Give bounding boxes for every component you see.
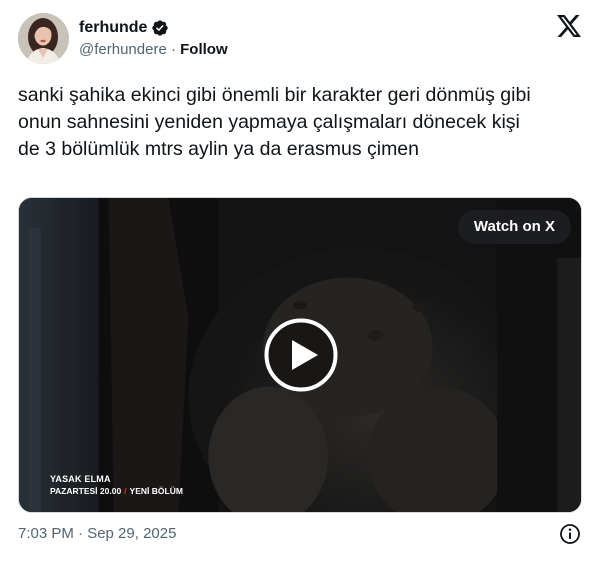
video-player[interactable]: Watch on X YASAK ELMA PAZARTESİ 20.00/YE… <box>18 197 582 513</box>
avatar[interactable] <box>18 13 69 64</box>
author-name-row: ferhunde <box>79 17 169 39</box>
overlay-episode: YENİ BÖLÜM <box>129 486 183 496</box>
overlay-slash: / <box>124 486 127 496</box>
tweet-timestamp[interactable]: 7:03 PM · Sep 29, 2025 <box>18 524 176 544</box>
video-overlay-schedule: PAZARTESİ 20.00/YENİ BÖLÜM <box>50 486 183 497</box>
watch-on-x-button[interactable]: Watch on X <box>457 210 571 244</box>
tweet-embed: ferhunde @ferhundere · Follow sanki şahi… <box>0 0 600 564</box>
follow-button[interactable]: Follow <box>180 41 228 58</box>
verified-badge-icon <box>151 19 169 37</box>
handle-separator: · <box>170 41 176 58</box>
x-logo-icon[interactable] <box>557 15 581 37</box>
play-icon[interactable] <box>264 318 338 392</box>
overlay-day-time: PAZARTESİ 20.00 <box>50 486 122 496</box>
info-icon[interactable] <box>559 523 581 545</box>
avatar-image <box>18 13 69 64</box>
author-handle[interactable]: @ferhundere <box>79 41 167 58</box>
author-handle-row: @ferhundere · Follow <box>79 40 228 60</box>
video-overlay-title: YASAK ELMA <box>50 474 111 484</box>
author-display-name[interactable]: ferhunde <box>79 17 147 39</box>
tweet-text: sanki şahika ekinci gibi önemli bir kara… <box>18 84 531 160</box>
